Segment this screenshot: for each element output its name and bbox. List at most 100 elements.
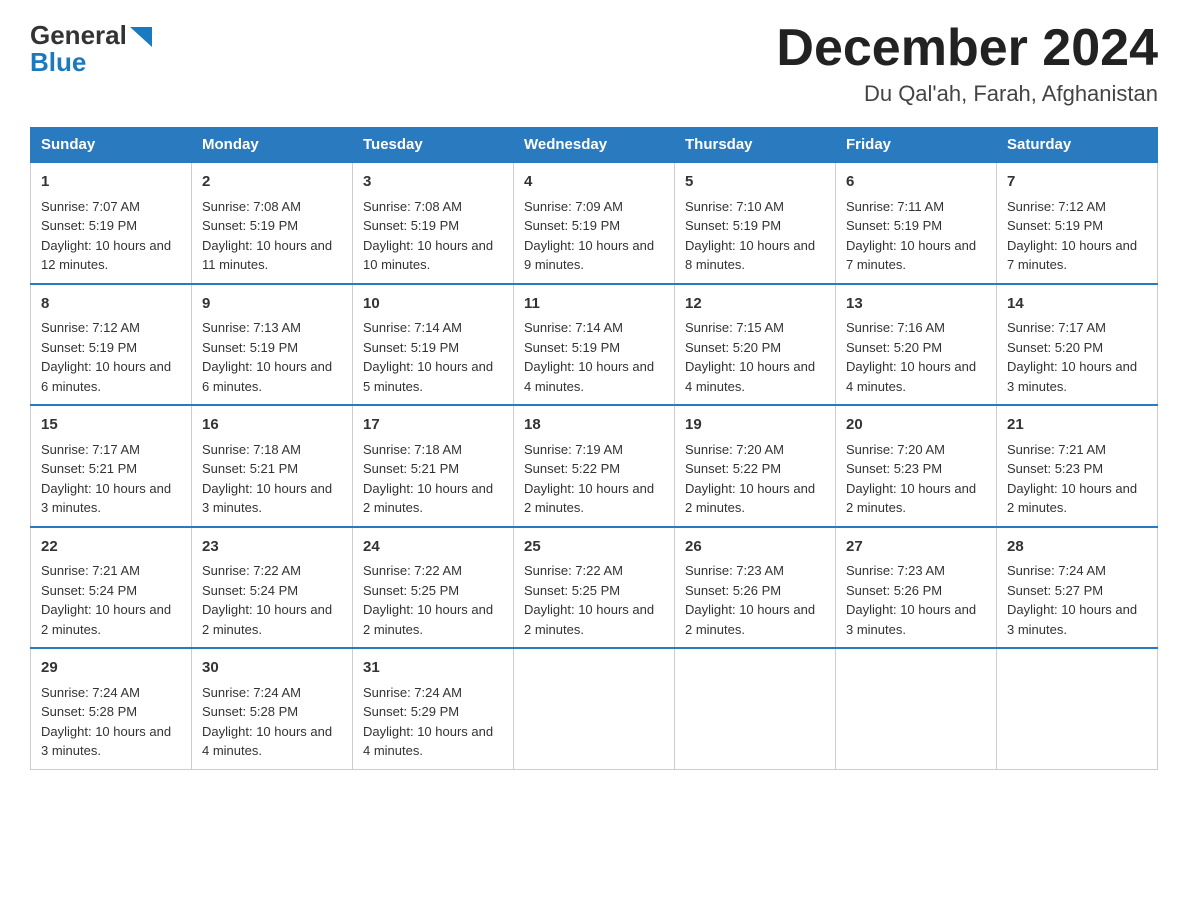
table-row: 7 Sunrise: 7:12 AM Sunset: 5:19 PM Dayli… [997,162,1158,284]
sunset-text: Sunset: 5:19 PM [202,218,298,233]
sunrise-text: Sunrise: 7:13 AM [202,320,301,335]
sunset-text: Sunset: 5:19 PM [41,218,137,233]
day-number: 19 [685,414,825,437]
logo-triangle-icon [130,27,152,47]
day-number: 13 [846,293,986,316]
sunrise-text: Sunrise: 7:17 AM [1007,320,1106,335]
sunrise-text: Sunrise: 7:12 AM [1007,199,1106,214]
sunrise-text: Sunrise: 7:14 AM [363,320,462,335]
sunrise-text: Sunrise: 7:08 AM [363,199,462,214]
daylight-text: Daylight: 10 hours and 3 minutes. [1007,359,1137,394]
day-number: 8 [41,293,181,316]
sunset-text: Sunset: 5:28 PM [202,704,298,719]
sunset-text: Sunset: 5:24 PM [41,583,137,598]
day-number: 17 [363,414,503,437]
col-thursday: Thursday [675,128,836,163]
daylight-text: Daylight: 10 hours and 6 minutes. [41,359,171,394]
calendar-row: 29 Sunrise: 7:24 AM Sunset: 5:28 PM Dayl… [31,648,1158,769]
table-row: 5 Sunrise: 7:10 AM Sunset: 5:19 PM Dayli… [675,162,836,284]
daylight-text: Daylight: 10 hours and 2 minutes. [685,481,815,516]
table-row: 16 Sunrise: 7:18 AM Sunset: 5:21 PM Dayl… [192,405,353,527]
table-row: 25 Sunrise: 7:22 AM Sunset: 5:25 PM Dayl… [514,527,675,649]
table-row: 9 Sunrise: 7:13 AM Sunset: 5:19 PM Dayli… [192,284,353,406]
col-saturday: Saturday [997,128,1158,163]
daylight-text: Daylight: 10 hours and 4 minutes. [363,724,493,759]
day-number: 22 [41,536,181,559]
table-row: 6 Sunrise: 7:11 AM Sunset: 5:19 PM Dayli… [836,162,997,284]
sunset-text: Sunset: 5:21 PM [202,461,298,476]
sunrise-text: Sunrise: 7:20 AM [846,442,945,457]
day-number: 18 [524,414,664,437]
day-number: 3 [363,171,503,194]
sunset-text: Sunset: 5:20 PM [1007,340,1103,355]
sunset-text: Sunset: 5:26 PM [685,583,781,598]
day-number: 9 [202,293,342,316]
sunset-text: Sunset: 5:22 PM [685,461,781,476]
sunrise-text: Sunrise: 7:08 AM [202,199,301,214]
sunset-text: Sunset: 5:22 PM [524,461,620,476]
sunset-text: Sunset: 5:23 PM [846,461,942,476]
daylight-text: Daylight: 10 hours and 4 minutes. [524,359,654,394]
sunset-text: Sunset: 5:26 PM [846,583,942,598]
sunset-text: Sunset: 5:19 PM [685,218,781,233]
sunset-text: Sunset: 5:25 PM [524,583,620,598]
sunrise-text: Sunrise: 7:22 AM [363,563,462,578]
calendar-row: 8 Sunrise: 7:12 AM Sunset: 5:19 PM Dayli… [31,284,1158,406]
calendar-body: 1 Sunrise: 7:07 AM Sunset: 5:19 PM Dayli… [31,162,1158,769]
table-row: 31 Sunrise: 7:24 AM Sunset: 5:29 PM Dayl… [353,648,514,769]
table-row: 1 Sunrise: 7:07 AM Sunset: 5:19 PM Dayli… [31,162,192,284]
sunrise-text: Sunrise: 7:11 AM [846,199,944,214]
logo-blue-text: Blue [30,47,86,78]
calendar-header: Sunday Monday Tuesday Wednesday Thursday… [31,128,1158,163]
sunrise-text: Sunrise: 7:19 AM [524,442,623,457]
sunrise-text: Sunrise: 7:18 AM [202,442,301,457]
table-row: 26 Sunrise: 7:23 AM Sunset: 5:26 PM Dayl… [675,527,836,649]
sunset-text: Sunset: 5:19 PM [1007,218,1103,233]
sunrise-text: Sunrise: 7:24 AM [363,685,462,700]
daylight-text: Daylight: 10 hours and 3 minutes. [202,481,332,516]
location-title: Du Qal'ah, Farah, Afghanistan [776,81,1158,107]
daylight-text: Daylight: 10 hours and 3 minutes. [846,602,976,637]
table-row: 14 Sunrise: 7:17 AM Sunset: 5:20 PM Dayl… [997,284,1158,406]
day-number: 14 [1007,293,1147,316]
daylight-text: Daylight: 10 hours and 3 minutes. [1007,602,1137,637]
sunset-text: Sunset: 5:20 PM [685,340,781,355]
table-row: 28 Sunrise: 7:24 AM Sunset: 5:27 PM Dayl… [997,527,1158,649]
table-row: 27 Sunrise: 7:23 AM Sunset: 5:26 PM Dayl… [836,527,997,649]
sunset-text: Sunset: 5:19 PM [524,340,620,355]
sunrise-text: Sunrise: 7:09 AM [524,199,623,214]
table-row [836,648,997,769]
sunset-text: Sunset: 5:28 PM [41,704,137,719]
daylight-text: Daylight: 10 hours and 9 minutes. [524,238,654,273]
daylight-text: Daylight: 10 hours and 2 minutes. [363,481,493,516]
sunrise-text: Sunrise: 7:23 AM [846,563,945,578]
sunrise-text: Sunrise: 7:24 AM [41,685,140,700]
day-number: 2 [202,171,342,194]
table-row: 8 Sunrise: 7:12 AM Sunset: 5:19 PM Dayli… [31,284,192,406]
table-row: 24 Sunrise: 7:22 AM Sunset: 5:25 PM Dayl… [353,527,514,649]
sunset-text: Sunset: 5:29 PM [363,704,459,719]
sunset-text: Sunset: 5:25 PM [363,583,459,598]
calendar-row: 22 Sunrise: 7:21 AM Sunset: 5:24 PM Dayl… [31,527,1158,649]
col-sunday: Sunday [31,128,192,163]
sunset-text: Sunset: 5:24 PM [202,583,298,598]
sunset-text: Sunset: 5:19 PM [846,218,942,233]
table-row: 4 Sunrise: 7:09 AM Sunset: 5:19 PM Dayli… [514,162,675,284]
sunset-text: Sunset: 5:23 PM [1007,461,1103,476]
daylight-text: Daylight: 10 hours and 4 minutes. [685,359,815,394]
daylight-text: Daylight: 10 hours and 3 minutes. [41,724,171,759]
daylight-text: Daylight: 10 hours and 4 minutes. [202,724,332,759]
table-row: 11 Sunrise: 7:14 AM Sunset: 5:19 PM Dayl… [514,284,675,406]
table-row: 30 Sunrise: 7:24 AM Sunset: 5:28 PM Dayl… [192,648,353,769]
col-tuesday: Tuesday [353,128,514,163]
day-number: 7 [1007,171,1147,194]
sunset-text: Sunset: 5:21 PM [363,461,459,476]
calendar-row: 15 Sunrise: 7:17 AM Sunset: 5:21 PM Dayl… [31,405,1158,527]
col-monday: Monday [192,128,353,163]
day-number: 16 [202,414,342,437]
table-row: 17 Sunrise: 7:18 AM Sunset: 5:21 PM Dayl… [353,405,514,527]
sunrise-text: Sunrise: 7:14 AM [524,320,623,335]
day-number: 12 [685,293,825,316]
daylight-text: Daylight: 10 hours and 10 minutes. [363,238,493,273]
daylight-text: Daylight: 10 hours and 12 minutes. [41,238,171,273]
